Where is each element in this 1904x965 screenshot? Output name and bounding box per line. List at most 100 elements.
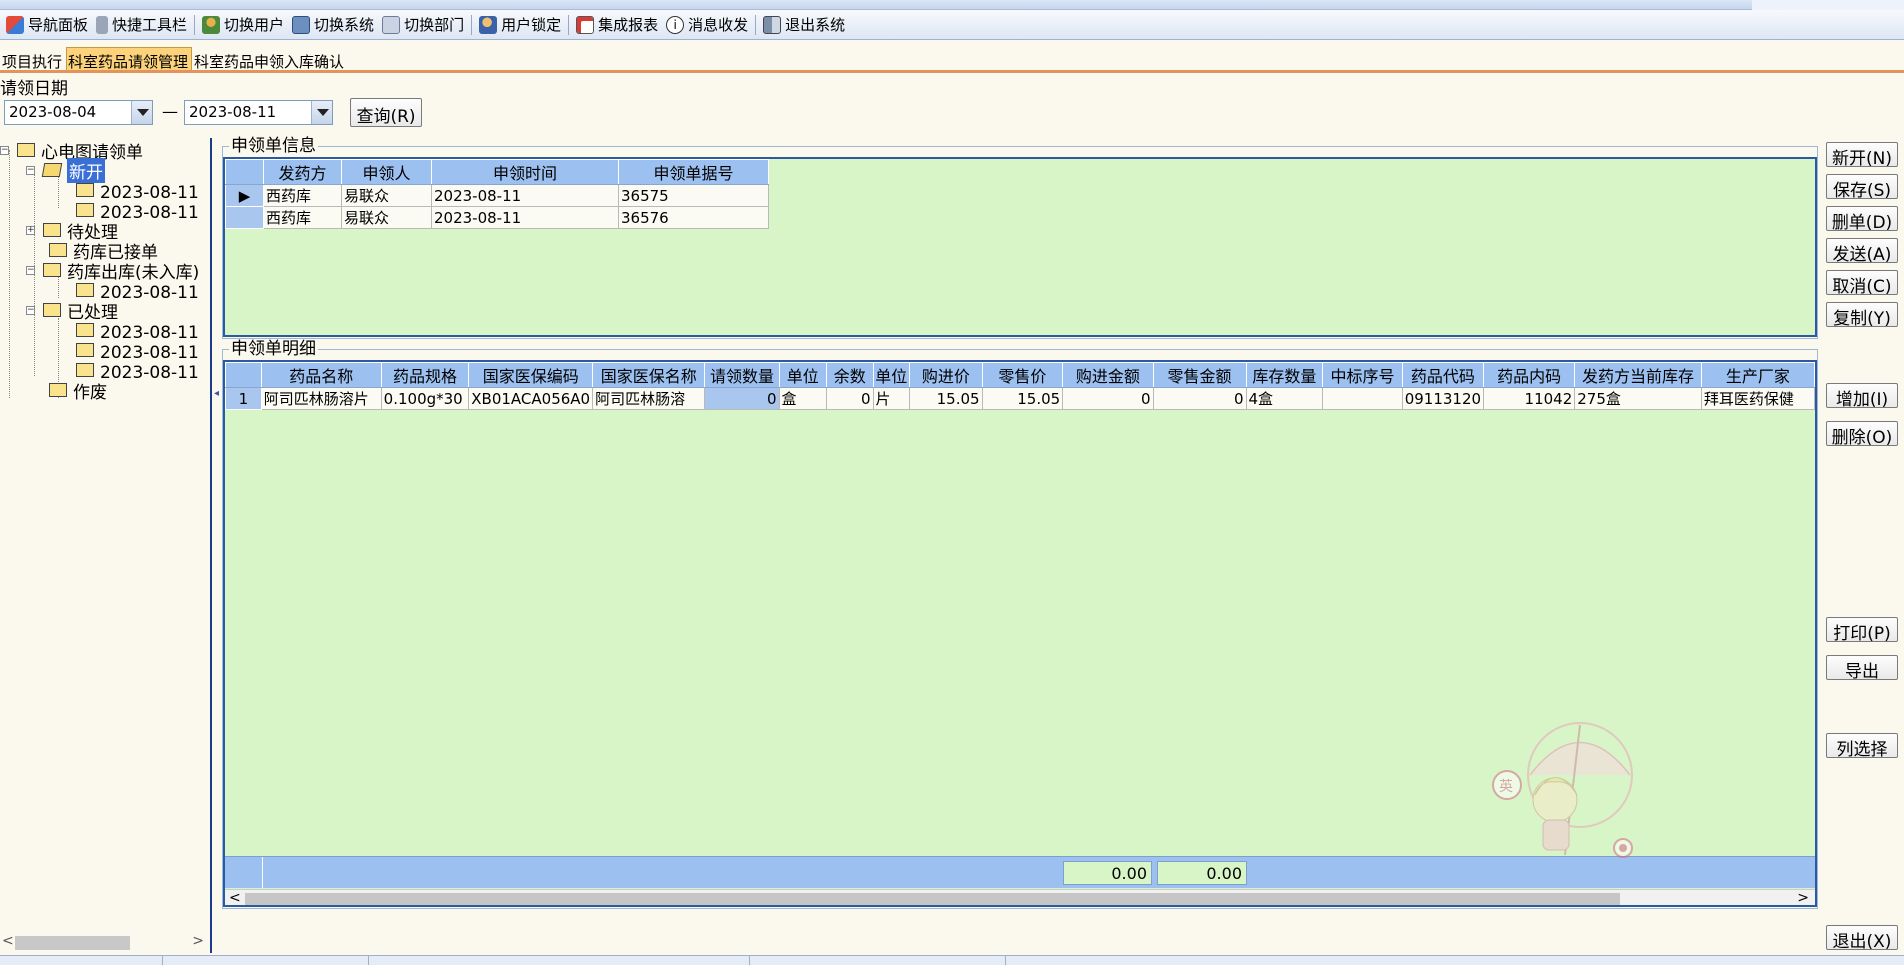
column-header[interactable]: 发药方当前库存 [1574, 362, 1702, 388]
requisition-detail-table: 药品名称 药品规格 国家医保编码 国家医保名称 请领数量 单位 余数 单位 购进… [225, 362, 1815, 410]
tab-project-execution[interactable]: 项目执行 [0, 47, 66, 71]
column-header[interactable]: 中标序号 [1322, 362, 1403, 388]
table-cell[interactable]: XB01ACA056A0 [468, 387, 594, 410]
table-cell[interactable]: 275盒 [1574, 387, 1702, 410]
table-cell[interactable]: 2023-08-11 [431, 184, 619, 207]
collapse-icon[interactable]: − [0, 145, 9, 155]
panel-splitter[interactable]: ◂ [214, 138, 220, 953]
table-cell[interactable]: 15.05 [909, 387, 983, 410]
delete-document-button[interactable]: 删单(D) [1826, 206, 1898, 233]
tab-drug-inbound-confirmation[interactable]: 科室药品申领入库确认 [192, 47, 348, 71]
table-cell[interactable]: 盒 [778, 387, 827, 410]
table-cell[interactable]: 15.05 [981, 387, 1064, 410]
column-header[interactable]: 生产厂家 [1700, 362, 1815, 388]
scroll-thumb[interactable] [245, 893, 1620, 905]
table-cell[interactable]: 09113120 [1401, 387, 1485, 410]
tree-node-void[interactable]: 作废 [49, 380, 107, 403]
table-cell[interactable]: 易联众 [341, 206, 432, 229]
switch-system-icon [292, 15, 311, 34]
table-cell[interactable]: 2023-08-11 [431, 206, 619, 229]
column-header[interactable]: 申领单据号 [618, 159, 769, 185]
collapse-arrow-icon[interactable]: ◂ [214, 388, 219, 399]
new-button[interactable]: 新开(N) [1826, 142, 1898, 169]
column-header[interactable]: 药品规格 [380, 362, 470, 388]
table-cell[interactable]: 11042 [1483, 387, 1576, 410]
table-cell[interactable]: 片 [872, 387, 911, 410]
toolbar-user-lock[interactable]: 用户锁定 [475, 13, 565, 37]
table-cell[interactable]: 西药库 [263, 184, 342, 207]
collapse-icon[interactable]: − [26, 305, 35, 315]
column-header[interactable]: 零售价 [981, 362, 1064, 388]
scroll-thumb[interactable] [15, 936, 130, 950]
table-cell[interactable]: 0 [1062, 387, 1154, 410]
column-header[interactable]: 药品名称 [260, 362, 382, 388]
collapse-icon[interactable]: − [26, 165, 35, 175]
toolbar-quick-toolbar[interactable]: 快捷工具栏 [92, 13, 191, 37]
column-select-button[interactable]: 列选择 [1826, 733, 1898, 760]
scroll-left-icon[interactable]: < [2, 933, 14, 949]
column-header[interactable]: 药品内码 [1483, 362, 1576, 388]
toolbar-switch-user[interactable]: 切换用户 [198, 13, 288, 37]
column-header[interactable]: 零售金额 [1152, 362, 1247, 388]
chevron-down-icon[interactable] [131, 101, 152, 124]
column-header[interactable]: 单位 [778, 362, 827, 388]
column-header[interactable]: 申领人 [341, 159, 432, 185]
table-cell[interactable]: 0 [1152, 387, 1247, 410]
table-cell[interactable]: 拜耳医药保健 [1700, 387, 1815, 410]
toolbar-navigation-panel[interactable]: 导航面板 [2, 13, 92, 37]
tree-node-new[interactable]: − 新开 [26, 157, 105, 183]
toolbar-exit-system[interactable]: 退出系统 [759, 13, 849, 37]
quantity-cell[interactable]: 0 [704, 387, 780, 410]
toolbar-integrated-report[interactable]: 集成报表 [572, 13, 662, 37]
scroll-right-icon[interactable]: > [1797, 890, 1809, 905]
print-button[interactable]: 打印(P) [1826, 617, 1898, 644]
detail-horizontal-scrollbar[interactable]: < > [225, 889, 1815, 905]
column-header[interactable]: 发药方 [263, 159, 342, 185]
expand-icon[interactable]: + [26, 225, 35, 235]
column-header[interactable]: 请领数量 [704, 362, 780, 388]
table-cell[interactable]: 0 [825, 387, 874, 410]
table-cell[interactable]: 4盒 [1245, 387, 1324, 410]
query-button[interactable]: 查询(R) [350, 98, 422, 127]
table-cell[interactable]: 易联众 [341, 184, 432, 207]
toolbar-switch-department[interactable]: 切换部门 [378, 13, 468, 37]
column-header[interactable]: 购进金额 [1062, 362, 1154, 388]
tree-horizontal-scrollbar[interactable]: < > [0, 933, 210, 951]
table-cell[interactable]: 阿司匹林肠溶 [592, 387, 706, 410]
column-header[interactable]: 库存数量 [1245, 362, 1324, 388]
date-to-picker[interactable]: 2023-08-11 [184, 100, 333, 125]
table-cell[interactable]: 36576 [618, 206, 769, 229]
toolbar-switch-system[interactable]: 切换系统 [288, 13, 378, 37]
scroll-left-icon[interactable]: < [229, 890, 241, 905]
add-button[interactable]: 增加(I) [1826, 383, 1898, 410]
save-button[interactable]: 保存(S) [1826, 174, 1898, 201]
copy-button[interactable]: 复制(Y) [1826, 302, 1898, 329]
column-header[interactable]: 申领时间 [431, 159, 619, 185]
table-cell[interactable]: 36575 [618, 184, 769, 207]
column-header[interactable]: 余数 [825, 362, 874, 388]
collapse-icon[interactable]: − [26, 265, 35, 275]
table-cell[interactable] [1322, 387, 1403, 410]
column-header[interactable]: 购进价 [909, 362, 983, 388]
date-from-picker[interactable]: 2023-08-04 [4, 100, 153, 125]
scroll-right-icon[interactable]: > [192, 933, 204, 949]
table-cell[interactable]: 西药库 [263, 206, 342, 229]
cancel-button[interactable]: 取消(C) [1826, 270, 1898, 297]
exit-button[interactable]: 退出(X) [1826, 925, 1898, 952]
tab-department-drug-requisition[interactable]: 科室药品请领管理 [66, 47, 193, 71]
table-row[interactable]: 西药库 易联众 2023-08-11 36576 [225, 206, 769, 229]
table-row[interactable]: ▶ 西药库 易联众 2023-08-11 36575 [225, 184, 769, 207]
table-cell[interactable]: 阿司匹林肠溶片 [260, 387, 382, 410]
delete-button[interactable]: 删除(O) [1826, 421, 1898, 448]
column-header[interactable]: 国家医保名称 [592, 362, 706, 388]
status-cell [1006, 956, 1904, 965]
table-cell[interactable]: 0.100g*30 [380, 387, 470, 410]
toolbar-message[interactable]: i 消息收发 [662, 13, 752, 37]
chevron-down-icon[interactable] [311, 101, 332, 124]
column-header[interactable]: 国家医保编码 [468, 362, 594, 388]
send-button[interactable]: 发送(A) [1826, 238, 1898, 265]
column-header[interactable]: 药品代码 [1401, 362, 1485, 388]
export-button[interactable]: 导出 [1826, 655, 1898, 682]
table-row[interactable]: 1 阿司匹林肠溶片 0.100g*30 XB01ACA056A0 阿司匹林肠溶 … [225, 387, 1815, 410]
column-header[interactable]: 单位 [872, 362, 911, 388]
